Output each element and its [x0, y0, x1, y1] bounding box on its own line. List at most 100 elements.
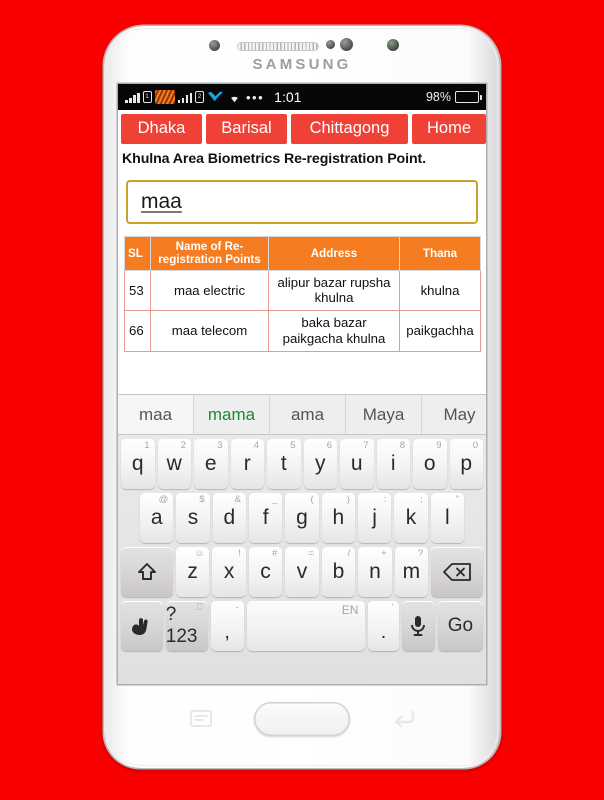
sim2-icon: 2	[195, 91, 204, 103]
key-hint: 3	[217, 440, 223, 451]
key-label: u	[350, 452, 363, 475]
key-z[interactable]: ☺ z	[175, 547, 210, 597]
signal-bars-icon-2	[177, 92, 192, 103]
key-k[interactable]: ; k	[394, 493, 428, 543]
key-hint: $	[199, 494, 205, 505]
key-label: ,	[224, 622, 230, 643]
column-header-sl: SL	[124, 235, 151, 271]
sim1-icon: 1	[142, 91, 152, 103]
sim-stripe-icon	[154, 90, 175, 104]
key-label: q	[131, 452, 144, 475]
key-o[interactable]: 9o	[413, 439, 447, 489]
key-h[interactable]: ) h	[321, 493, 355, 543]
key-b[interactable]: / b	[321, 547, 356, 597]
key-n[interactable]: + n	[358, 547, 392, 597]
cell-thana: khulna	[399, 269, 481, 312]
status-overflow-icon: •••	[246, 89, 265, 105]
key-l[interactable]: " l	[430, 493, 464, 543]
nav-button-home[interactable]: Home	[412, 114, 486, 144]
suggestion-item-0[interactable]: maa	[118, 395, 194, 434]
key-label: j	[372, 506, 377, 529]
key-label: c	[260, 560, 271, 583]
go-key[interactable]: Go	[437, 601, 483, 651]
home-button[interactable]	[254, 702, 350, 736]
comma-key[interactable]: - ,	[210, 601, 244, 651]
suggestion-item-3[interactable]: Maya	[346, 395, 422, 434]
key-label: p	[460, 452, 473, 475]
key-hint: 8	[399, 440, 405, 451]
key-hint: -	[235, 602, 239, 613]
key-hint: #	[271, 548, 278, 559]
cell-sl: 53	[124, 269, 151, 312]
key-w[interactable]: 2w	[157, 439, 191, 489]
key-hint: 5	[290, 440, 296, 451]
key-hint: =	[308, 548, 314, 559]
key-u[interactable]: 7u	[340, 439, 374, 489]
cell-name: maa telecom	[150, 310, 269, 352]
key-hint: :	[383, 494, 387, 505]
key-t[interactable]: 5t	[267, 439, 301, 489]
key-c[interactable]: # c	[248, 547, 283, 597]
cell-name: maa electric	[150, 269, 269, 312]
key-hint: ⎕	[196, 602, 203, 613]
swipe-gesture-key[interactable]	[121, 601, 163, 651]
microphone-key[interactable]	[401, 601, 435, 651]
period-key[interactable]: ' .	[368, 601, 399, 651]
search-input[interactable]	[126, 179, 478, 224]
space-language-hint: EN	[341, 603, 359, 617]
symbols-key[interactable]: ⎕ ?123	[165, 601, 208, 651]
key-y[interactable]: 6y	[303, 439, 337, 489]
key-j[interactable]: :j	[357, 493, 392, 543]
key-q[interactable]: 1q	[121, 439, 155, 489]
key-s[interactable]: $ s	[176, 493, 210, 543]
key-label: m	[402, 560, 421, 583]
table-row[interactable]: 66 maa telecom baka bazar paikgacha khul…	[124, 310, 481, 352]
key-v[interactable]: = v	[285, 547, 319, 597]
device-brand-label: SAMSUNG	[252, 56, 352, 73]
keyboard-row-3: ☺ z ! x # c = v / b + n ? m	[118, 547, 486, 597]
key-m[interactable]: ? m	[394, 547, 429, 597]
microphone-icon	[411, 616, 426, 636]
nav-button-barisal[interactable]: Barisal	[206, 114, 287, 144]
key-hint: 4	[253, 440, 259, 451]
key-x[interactable]: ! x	[212, 547, 246, 597]
suggestion-item-4[interactable]: May	[422, 395, 486, 434]
key-label: i	[390, 452, 396, 475]
keyboard-row-4: ⎕ ?123 - , EN ' . Go	[118, 601, 486, 651]
shift-key[interactable]	[121, 547, 173, 597]
backspace-key[interactable]	[431, 547, 484, 597]
key-p[interactable]: 0p	[449, 439, 483, 489]
key-i[interactable]: 8i	[376, 439, 410, 489]
key-e[interactable]: 3e	[194, 439, 228, 489]
key-hint: 1	[144, 440, 150, 451]
key-hint: !	[238, 548, 241, 559]
key-hint: /	[347, 548, 351, 559]
space-key[interactable]: EN	[246, 601, 366, 651]
key-hint: +	[381, 548, 387, 559]
table-row[interactable]: 53 maa electric alipur bazar rupsha khul…	[124, 269, 481, 312]
nav-button-chittagong[interactable]: Chittagong	[291, 114, 408, 144]
cell-thana: paikgachha	[399, 310, 481, 352]
key-hint: 2	[180, 440, 186, 451]
shift-arrow-icon	[137, 563, 156, 580]
key-a[interactable]: @ a	[140, 493, 174, 543]
key-d[interactable]: & d	[212, 493, 246, 543]
light-sensor-icon	[326, 40, 335, 49]
results-table: SL Name of Re-registration Points Addres…	[124, 235, 481, 352]
key-label: f	[262, 506, 269, 529]
key-label: h	[332, 506, 345, 529]
menu-key-icon[interactable]	[190, 710, 212, 727]
key-g[interactable]: (g	[285, 493, 319, 543]
nav-button-dhaka[interactable]: Dhaka	[121, 114, 202, 144]
suggestion-item-2[interactable]: ama	[270, 395, 346, 434]
key-hint: _	[272, 494, 278, 505]
key-f[interactable]: _ f	[248, 493, 283, 543]
cell-sl: 66	[124, 310, 151, 352]
back-key-icon[interactable]	[392, 709, 416, 728]
battery-percent-label: 98%	[425, 90, 451, 104]
key-r[interactable]: 4r	[230, 439, 264, 489]
suggestion-item-1[interactable]: mama	[194, 395, 270, 434]
key-hint: )	[346, 494, 350, 505]
key-label: d	[223, 506, 236, 529]
key-hint: @	[158, 494, 169, 505]
